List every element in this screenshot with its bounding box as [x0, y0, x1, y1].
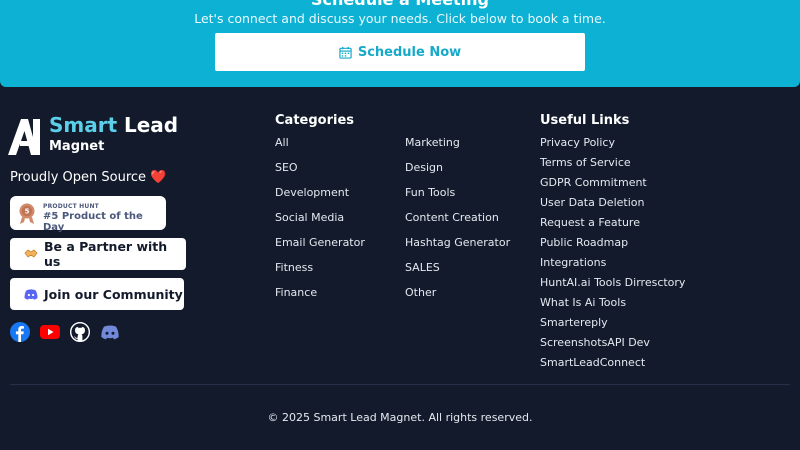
product-hunt-badge[interactable]: 5 PRODUCT HUNT #5 Product of the Day — [10, 196, 166, 233]
category-link[interactable]: Design — [405, 161, 443, 174]
useful-link[interactable]: User Data Deletion — [540, 196, 644, 209]
discord-icon — [24, 288, 38, 300]
join-community-label: Join our Community — [44, 286, 183, 302]
schedule-now-button[interactable]: Schedule Now — [215, 33, 585, 71]
useful-link[interactable]: Privacy Policy — [540, 136, 615, 149]
handshake-icon — [24, 248, 38, 260]
schedule-now-label: Schedule Now — [357, 44, 462, 60]
product-hunt-label: PRODUCT HUNT — [43, 203, 99, 210]
useful-link[interactable]: Integrations — [540, 256, 606, 269]
join-community-button[interactable]: Join our Community — [10, 278, 184, 310]
category-link[interactable]: SEO — [275, 161, 298, 174]
svg-text:5: 5 — [25, 208, 30, 216]
brand-magnet: Magnet — [49, 139, 105, 154]
youtube-icon[interactable] — [40, 322, 60, 342]
useful-link[interactable]: Public Roadmap — [540, 236, 628, 249]
category-link[interactable]: Fitness — [275, 261, 313, 274]
useful-link[interactable]: Terms of Service — [540, 156, 631, 169]
useful-links-heading: Useful Links — [540, 113, 630, 128]
logo-mark-icon — [8, 119, 40, 155]
copyright-text: © 2025 Smart Lead Magnet. All rights res… — [267, 411, 533, 424]
social-links — [10, 322, 120, 342]
category-link[interactable]: Hashtag Generator — [405, 236, 510, 249]
categories-heading: Categories — [275, 113, 355, 128]
useful-link[interactable]: HuntAI.ai Tools Dirresctory — [540, 276, 685, 289]
category-link[interactable]: Content Creation — [405, 211, 499, 224]
category-link[interactable]: Email Generator — [275, 236, 365, 249]
be-a-partner-label: Be a Partner with us — [44, 239, 168, 269]
useful-link[interactable]: Smartereply — [540, 316, 608, 329]
useful-link[interactable]: Request a Feature — [540, 216, 640, 229]
heart-icon: ❤️ — [150, 170, 167, 185]
calendar-icon — [339, 46, 352, 59]
category-link[interactable]: Social Media — [275, 211, 344, 224]
footer-divider — [10, 384, 790, 385]
brand-logo[interactable]: Smart Lead Magnet — [8, 113, 188, 157]
category-link[interactable]: Marketing — [405, 136, 460, 149]
cta-banner: Schedule a Meeting Let's connect and dis… — [0, 0, 800, 87]
open-source-text: Proudly Open Source — [10, 170, 147, 185]
be-a-partner-button[interactable]: Be a Partner with us — [10, 238, 186, 270]
product-hunt-rank: #5 Product of the Day — [43, 211, 143, 233]
category-link[interactable]: Development — [275, 186, 349, 199]
cta-subtitle: Let's connect and discuss your needs. Cl… — [194, 11, 606, 26]
open-source-label: Proudly Open Source ❤️ — [10, 170, 166, 185]
category-link[interactable]: SALES — [405, 261, 440, 274]
useful-link[interactable]: ScreenshotsAPI Dev — [540, 336, 650, 349]
facebook-icon[interactable] — [10, 322, 30, 342]
useful-link[interactable]: What Is Ai Tools — [540, 296, 626, 309]
category-link[interactable]: All — [275, 136, 289, 149]
category-link[interactable]: Finance — [275, 286, 317, 299]
category-link[interactable]: Other — [405, 286, 436, 299]
github-icon[interactable] — [70, 322, 90, 342]
cta-title: Schedule a Meeting — [0, 0, 800, 9]
useful-link[interactable]: SmartLeadConnect — [540, 356, 645, 369]
category-link[interactable]: Fun Tools — [405, 186, 455, 199]
brand-smart: Smart — [49, 113, 118, 137]
brand-lead: Lead — [124, 113, 179, 137]
medal-icon: 5 — [19, 203, 35, 224]
useful-link[interactable]: GDPR Commitment — [540, 176, 647, 189]
discord-icon[interactable] — [100, 322, 120, 342]
